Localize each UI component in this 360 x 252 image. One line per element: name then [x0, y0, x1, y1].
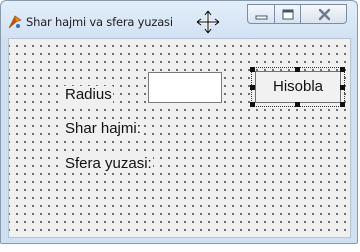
app-window: Shar hajmi va sfera yuzasi: [0, 0, 358, 244]
close-button[interactable]: [300, 4, 347, 24]
resize-handle-ne[interactable]: [340, 67, 345, 72]
delphi-app-icon[interactable]: [7, 14, 23, 30]
hisobla-button[interactable]: Hisobla: [255, 71, 341, 103]
resize-handle-s[interactable]: [295, 102, 300, 107]
radius-label: Radius: [64, 86, 113, 104]
resize-handle-nw[interactable]: [250, 67, 255, 72]
title-bar[interactable]: Shar hajmi va sfera yuzasi: [1, 1, 357, 38]
resize-handle-e[interactable]: [340, 85, 345, 90]
volume-label: Shar hajmi:: [64, 120, 142, 138]
caption-buttons: [247, 4, 351, 28]
surface-label: Sfera yuzasi:: [64, 155, 153, 173]
window-title: Shar hajmi va sfera yuzasi: [26, 15, 173, 29]
resize-handle-se[interactable]: [340, 102, 345, 107]
maximize-button[interactable]: [274, 4, 301, 24]
radius-input[interactable]: [148, 72, 222, 103]
resize-handle-n[interactable]: [295, 67, 300, 72]
close-icon: [318, 8, 331, 21]
resize-handle-w[interactable]: [250, 85, 255, 90]
minimize-icon: [255, 15, 268, 20]
resize-handle-sw[interactable]: [250, 102, 255, 107]
minimize-button[interactable]: [247, 4, 275, 24]
maximize-icon: [282, 9, 294, 20]
resize-cursor-icon: [196, 10, 220, 34]
